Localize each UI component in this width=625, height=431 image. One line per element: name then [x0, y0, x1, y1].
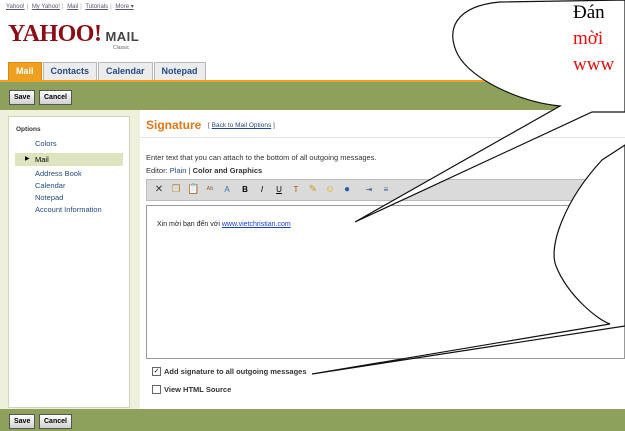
callout-line-2: mời: [573, 28, 604, 49]
callout-overlay: [311, 0, 625, 375]
callout-line-1: Đán: [573, 2, 605, 23]
callout-bubble-bottom: [311, 144, 625, 375]
callout-line-3: www: [573, 54, 615, 75]
